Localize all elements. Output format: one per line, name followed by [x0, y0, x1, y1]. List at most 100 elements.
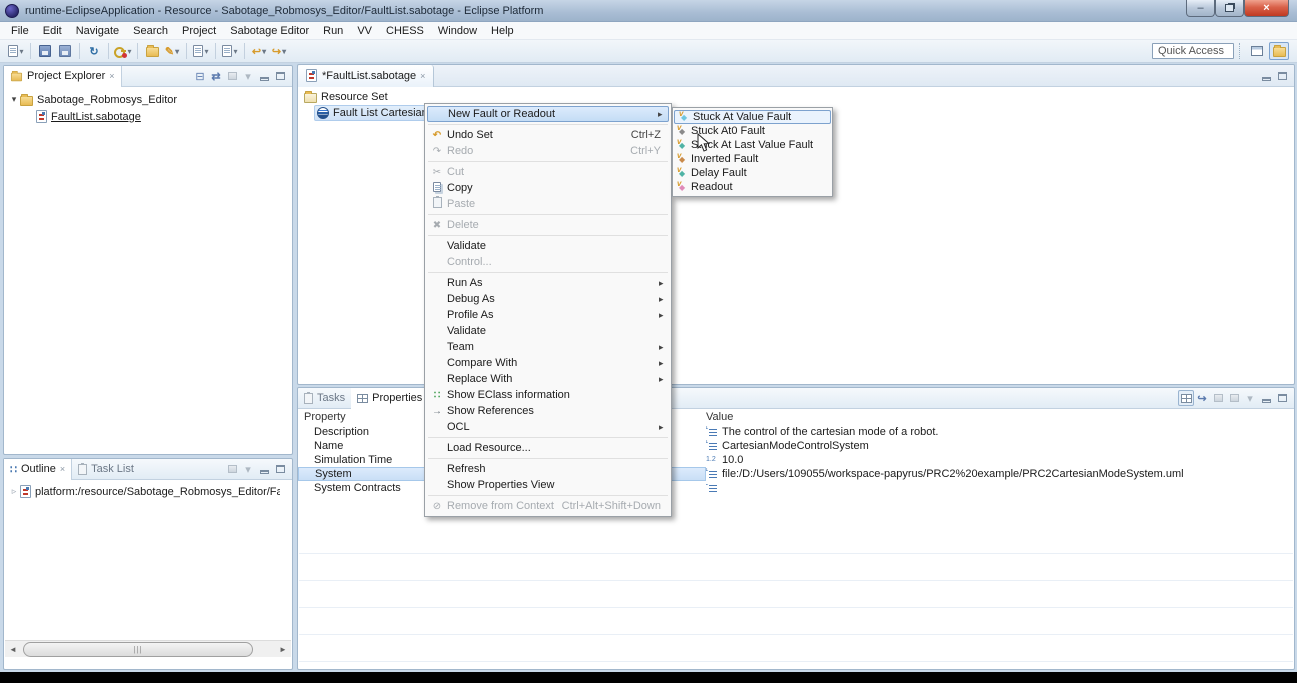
tree-item-resource[interactable]: ▹ platform:/resource/Sabotage_Robmosys_E…	[4, 483, 292, 500]
scroll-right-icon[interactable]: ►	[275, 645, 291, 654]
menu-item-ocl[interactable]: OCL ▸	[425, 419, 671, 435]
tree-item-faultlist-file[interactable]: FaultList.sabotage	[4, 108, 292, 125]
minimize-view-button[interactable]	[256, 461, 272, 477]
menu-item-new-fault-or-readout[interactable]: New Fault or Readout ▸	[427, 106, 669, 122]
minimize-view-icon	[260, 77, 269, 81]
tab-tasks[interactable]: Tasks	[298, 388, 351, 409]
resource-perspective-icon	[1273, 47, 1286, 57]
toolbar-separator	[30, 43, 31, 59]
pin-view-button[interactable]: ↪	[1194, 390, 1210, 406]
menu-item-team[interactable]: Team ▸	[425, 339, 671, 355]
save-all-button[interactable]	[56, 42, 74, 60]
menu-help[interactable]: Help	[484, 22, 521, 40]
scrollbar-thumb[interactable]: |||	[23, 642, 253, 657]
focus-button[interactable]	[224, 461, 240, 477]
back-button[interactable]: ↩▾	[250, 42, 268, 60]
close-button[interactable]: ×	[1244, 0, 1289, 17]
close-icon[interactable]: ×	[109, 71, 114, 81]
categories-icon	[1214, 394, 1223, 402]
submenu-item-inverted-fault[interactable]: v◆ Inverted Fault	[673, 152, 832, 166]
menu-vv[interactable]: VV	[350, 22, 379, 40]
restore-button[interactable]	[1215, 0, 1244, 17]
wand-button[interactable]: ✎▾	[163, 42, 181, 60]
resource-perspective-button[interactable]	[1269, 42, 1289, 60]
quick-access-input[interactable]: Quick Access	[1152, 43, 1234, 59]
maximize-view-button[interactable]	[1274, 68, 1290, 84]
advanced-icon	[1230, 394, 1239, 402]
submenu-item-stuck-at-value-fault[interactable]: v◆ Stuck At Value Fault	[674, 110, 831, 124]
menu-item-delete[interactable]: ✖ Delete	[425, 217, 671, 233]
run-config-button[interactable]: ▾	[221, 42, 239, 60]
column-value[interactable]: Value	[706, 411, 1294, 423]
menu-item-profile-as[interactable]: Profile As ▸	[425, 307, 671, 323]
tab-faultlist-sabotage[interactable]: *FaultList.sabotage ×	[298, 65, 434, 87]
menu-item-debug-as[interactable]: Debug As ▸	[425, 291, 671, 307]
show-categories-button[interactable]	[1210, 390, 1226, 406]
menu-item-copy[interactable]: Copy	[425, 180, 671, 196]
outline-item-label: platform:/resource/Sabotage_Robmosys_Edi…	[35, 486, 280, 498]
close-icon[interactable]: ×	[420, 71, 425, 81]
view-menu-button[interactable]: ▾	[1242, 390, 1258, 406]
menu-navigate[interactable]: Navigate	[69, 22, 126, 40]
forward-button[interactable]: ↪▾	[270, 42, 288, 60]
menu-item-compare-with[interactable]: Compare With ▸	[425, 355, 671, 371]
menu-item-refresh[interactable]: Refresh	[425, 461, 671, 477]
tab-project-explorer[interactable]: Project Explorer ×	[4, 66, 122, 87]
show-advanced-button[interactable]	[1226, 390, 1242, 406]
menu-item-paste[interactable]: Paste	[425, 196, 671, 212]
menu-item-show-eclass-information[interactable]: ∷ Show EClass information	[425, 387, 671, 403]
link-editor-button[interactable]: ⇄	[208, 68, 224, 84]
menu-item-redo[interactable]: ↷ Redo Ctrl+Y	[425, 143, 671, 159]
new-wizard-button[interactable]: ▾	[7, 42, 25, 60]
menu-item-cut[interactable]: ✂ Cut	[425, 164, 671, 180]
menu-item-control[interactable]: Control...	[425, 254, 671, 270]
maximize-view-button[interactable]	[272, 461, 288, 477]
tree-collapsed-icon[interactable]: ▹	[8, 486, 20, 497]
menu-item-validate[interactable]: Validate	[425, 238, 671, 254]
open-button[interactable]	[143, 42, 161, 60]
focus-button[interactable]	[224, 68, 240, 84]
menu-sabotage-editor[interactable]: Sabotage Editor	[223, 22, 316, 40]
minimize-view-button[interactable]	[1258, 68, 1274, 84]
tab-outline[interactable]: ∷ Outline ×	[4, 459, 72, 480]
show-tree-button[interactable]	[1178, 390, 1194, 406]
close-icon[interactable]: ×	[60, 464, 65, 474]
minimize-button[interactable]: –	[1186, 0, 1215, 17]
submenu-arrow-icon: ▸	[659, 422, 669, 433]
menu-item-show-properties-view[interactable]: Show Properties View	[425, 477, 671, 493]
menu-run[interactable]: Run	[316, 22, 350, 40]
menu-chess[interactable]: CHESS	[379, 22, 431, 40]
menu-item-undo-set[interactable]: ↶ Undo Set Ctrl+Z	[425, 127, 671, 143]
menu-item-load-resource[interactable]: Load Resource...	[425, 440, 671, 456]
refresh-button[interactable]: ↻	[85, 42, 103, 60]
menu-window[interactable]: Window	[431, 22, 484, 40]
security-button[interactable]: ▾	[114, 42, 132, 60]
menu-item-remove-from-context[interactable]: ⊘ Remove from Context Ctrl+Alt+Shift+Dow…	[425, 498, 671, 514]
menu-item-show-references[interactable]: → Show References	[425, 403, 671, 419]
menu-item-validate-2[interactable]: Validate	[425, 323, 671, 339]
maximize-view-button[interactable]	[1274, 390, 1290, 406]
menu-item-replace-with[interactable]: Replace With ▸	[425, 371, 671, 387]
minimize-view-button[interactable]	[256, 68, 272, 84]
tab-task-list[interactable]: Task List	[72, 459, 140, 480]
run-external-button[interactable]: ▾	[192, 42, 210, 60]
menu-search[interactable]: Search	[126, 22, 175, 40]
tree-item-project[interactable]: ▾ Sabotage_Robmosys_Editor	[4, 91, 292, 108]
horizontal-scrollbar[interactable]: ◄ ||| ►	[5, 640, 291, 657]
chevron-down-icon: ▾	[127, 47, 131, 56]
menu-edit[interactable]: Edit	[36, 22, 69, 40]
maximize-view-button[interactable]	[272, 68, 288, 84]
collapse-all-button[interactable]: ⊟	[192, 68, 208, 84]
scroll-left-icon[interactable]: ◄	[5, 645, 21, 654]
view-menu-button[interactable]: ▾	[240, 68, 256, 84]
submenu-item-readout[interactable]: v◆ Readout	[673, 180, 832, 194]
view-menu-button[interactable]: ▾	[240, 461, 256, 477]
menu-item-run-as[interactable]: Run As ▸	[425, 275, 671, 291]
minimize-view-button[interactable]	[1258, 390, 1274, 406]
menu-project[interactable]: Project	[175, 22, 223, 40]
tree-expanded-icon[interactable]: ▾	[8, 94, 20, 105]
menu-file[interactable]: File	[4, 22, 36, 40]
submenu-item-delay-fault[interactable]: v◆ Delay Fault	[673, 166, 832, 180]
save-button[interactable]	[36, 42, 54, 60]
open-perspective-button[interactable]	[1247, 42, 1267, 60]
